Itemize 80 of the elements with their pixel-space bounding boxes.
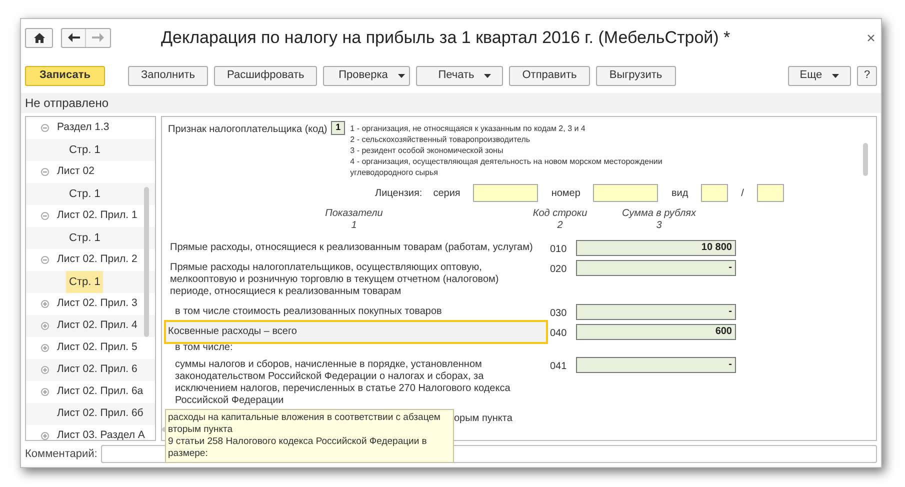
code-option: 2 - сельскохозяйственный товаропроизводитель bbox=[350, 134, 696, 145]
tree-item[interactable]: Раздел 1.3 bbox=[57, 120, 110, 136]
column-header: Сумма в рублях bbox=[622, 208, 696, 220]
tooltip-text: расходы на капитальные вложения в соответствии с абзацем вторым пункта bbox=[168, 412, 442, 436]
input-field[interactable] bbox=[473, 184, 538, 202]
field-label: вид bbox=[671, 186, 688, 200]
scrollbar bbox=[863, 143, 868, 176]
toolbar-button[interactable]: Отправить bbox=[509, 66, 590, 86]
collapse-icon[interactable] bbox=[41, 168, 49, 176]
collapse-icon[interactable] bbox=[41, 256, 49, 264]
code-field[interactable]: 1 bbox=[331, 121, 346, 135]
status-bar: Не отправлено bbox=[21, 93, 881, 113]
row-code: 030 bbox=[549, 307, 568, 321]
row-label: в том числе: bbox=[174, 342, 234, 355]
field-label: серия bbox=[433, 186, 460, 200]
tree-item[interactable]: Лист 03. Раздел А bbox=[57, 428, 145, 440]
input-field[interactable] bbox=[756, 184, 784, 202]
expand-icon[interactable] bbox=[41, 344, 49, 352]
license-label: Лицензия: bbox=[375, 186, 422, 200]
caret-icon bbox=[832, 74, 840, 78]
code-option: 3 - резидент особой экономической зоны bbox=[350, 145, 696, 156]
expand-icon[interactable] bbox=[41, 432, 49, 440]
row-code: 041 bbox=[549, 360, 568, 374]
dropdown-button[interactable]: Проверка bbox=[323, 66, 410, 86]
row-label: Косвенные расходы – всего bbox=[166, 322, 546, 342]
home-button[interactable] bbox=[25, 28, 53, 48]
toolbar-button[interactable]: Расшифровать bbox=[214, 66, 318, 86]
save-button[interactable]: Записать bbox=[25, 66, 105, 86]
help-button[interactable]: ? bbox=[857, 66, 877, 86]
expand-icon[interactable] bbox=[41, 366, 49, 374]
column-number: 1 bbox=[351, 220, 357, 232]
amount-field[interactable]: - bbox=[576, 260, 736, 276]
tooltip-text: 9 статьи 258 Налогового кодекса Российской Федерации в размере: bbox=[168, 436, 428, 460]
more-button[interactable]: Еще bbox=[788, 66, 851, 86]
row-code: 020 bbox=[549, 263, 568, 277]
expand-icon[interactable] bbox=[41, 322, 49, 330]
amount-field[interactable]: - bbox=[576, 304, 736, 320]
row-label: суммы налогов и сборов, начисленные в порядке, установленном законодательством Российской Федерации о налогах и сборах, за исключением налогов, перечисленных в статье 270 Налогового кодекса Российской Федерации bbox=[174, 358, 512, 408]
comment-label: Комментарий: bbox=[25, 446, 98, 462]
amount-field[interactable]: - bbox=[576, 357, 736, 373]
toolbar-button[interactable]: Заполнить bbox=[128, 66, 208, 86]
close-icon[interactable] bbox=[867, 34, 875, 42]
input-field[interactable] bbox=[701, 184, 728, 202]
row-code: 040 bbox=[549, 327, 568, 341]
row-label: Прямые расходы налогоплательщиков, осуществляющих оптовую, мелкооптовую и розничную торговлю в текущем отчетном (налоговом) периоде, относящиеся к реализованным товарам bbox=[169, 261, 500, 299]
dropdown-button[interactable]: Печать bbox=[416, 66, 504, 86]
amount-field[interactable]: 10 800 bbox=[576, 240, 736, 256]
toolbar-button[interactable]: Выгрузить bbox=[596, 66, 676, 86]
arrow-right-icon bbox=[92, 33, 104, 42]
home-icon bbox=[34, 32, 44, 42]
field-label: / bbox=[741, 186, 744, 200]
tree-item[interactable]: Стр. 1 bbox=[66, 271, 104, 293]
tree-item[interactable]: Лист 02. Прил. 6а bbox=[57, 384, 144, 400]
window-title: Декларация по налогу на прибыль за 1 квартал 2016 г. (МебельСтрой) * bbox=[161, 26, 730, 49]
tree-item[interactable]: Лист 02. Прил. 5 bbox=[57, 340, 138, 356]
column-number: 2 bbox=[557, 220, 563, 232]
code-option: 4 - организация, осуществляющая деятельность на новом морском месторождении углеводородного сырья bbox=[350, 156, 696, 178]
amount-field[interactable]: 600 bbox=[576, 324, 736, 340]
caret-icon bbox=[398, 74, 405, 78]
collapse-icon[interactable] bbox=[41, 212, 49, 220]
row-code: 010 bbox=[549, 243, 568, 257]
arrow-left-icon bbox=[68, 33, 80, 42]
expand-icon[interactable] bbox=[41, 300, 49, 308]
field-label: номер bbox=[551, 186, 580, 200]
column-header: Код строки bbox=[532, 208, 588, 220]
tree-item[interactable]: Лист 02. Прил. 1 bbox=[57, 208, 138, 224]
tree-item[interactable]: Лист 02. Прил. 2 bbox=[57, 252, 138, 268]
column-header: Показатели bbox=[325, 208, 383, 220]
row-label: Прямые расходы, относящиеся к реализованным товарам (работам, услугам) bbox=[169, 241, 534, 255]
column-number: 3 bbox=[656, 220, 662, 232]
row-label: в том числе стоимость реализованных покупных товаров bbox=[174, 305, 443, 319]
input-field[interactable] bbox=[593, 184, 658, 202]
code-option: 1 - организация, не относящаяся к указанным по кодам 2, 3 и 4 bbox=[350, 123, 696, 134]
expand-icon[interactable] bbox=[41, 388, 49, 396]
field-label: Признак налогоплательщика (код) bbox=[168, 123, 328, 137]
collapse-icon[interactable] bbox=[41, 124, 49, 132]
row-label: орым пункта bbox=[454, 413, 512, 425]
caret-icon bbox=[484, 74, 492, 78]
tree-item[interactable]: Лист 02 bbox=[57, 164, 94, 180]
tree-item[interactable]: Лист 02. Прил. 3 bbox=[57, 296, 138, 312]
